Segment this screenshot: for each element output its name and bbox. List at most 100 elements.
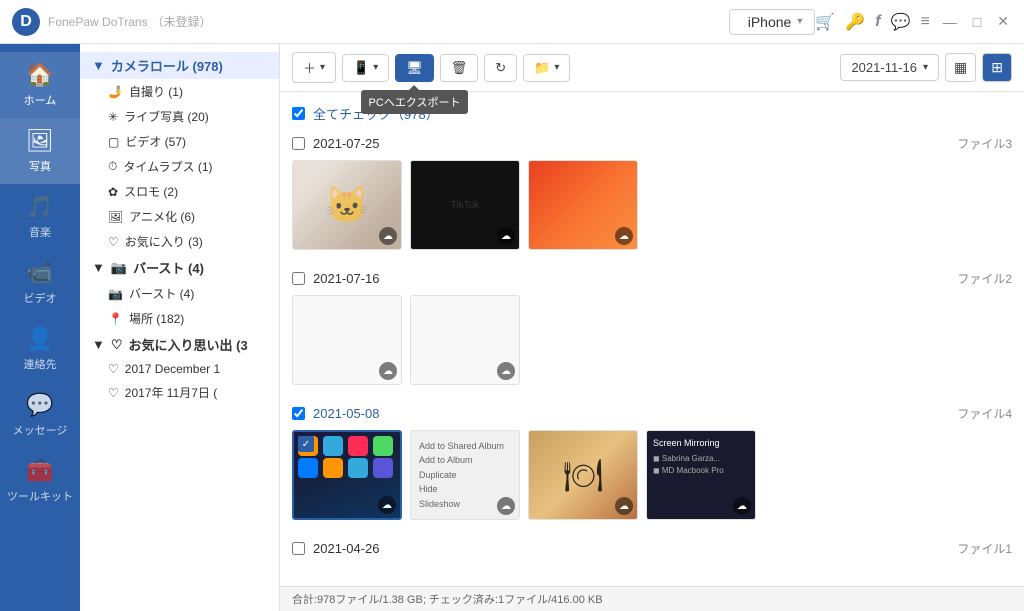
thumb-t1[interactable]: 🐱 ☁ bbox=[292, 160, 402, 250]
sidebar-item-contacts[interactable]: 👤 連絡先 bbox=[0, 316, 80, 382]
section-date-2021-05-08: 2021-05-08 bbox=[313, 406, 380, 421]
video-icon: 📹 bbox=[26, 260, 53, 286]
thumb-t5[interactable]: ☁ bbox=[410, 295, 520, 385]
cloud-icon-t3: ☁ bbox=[615, 227, 633, 245]
refresh-button[interactable]: ↻ bbox=[484, 54, 517, 82]
burst-sub-icon: 📷 bbox=[108, 287, 123, 301]
date-picker[interactable]: 2021-11-16 ▾ bbox=[840, 54, 939, 81]
statusbar-text: 合計:978ファイル/1.38 GB; チェック済み:1ファイル/416.00 … bbox=[292, 594, 603, 606]
tree-item-timelapse[interactable]: ⏱ タイムラプス (1) bbox=[80, 154, 279, 179]
section-header-2021-07-25: 2021-07-25 ファイル3 bbox=[292, 131, 1012, 156]
gallery-section-2021-07-16: 2021-07-16 ファイル2 ☁ ☁ bbox=[292, 266, 1012, 389]
live-icon: ✳ bbox=[108, 110, 118, 124]
app-logo: D bbox=[12, 8, 40, 36]
photos-icon: 🖼 bbox=[26, 128, 54, 154]
arrow-icon: ▼ bbox=[92, 58, 105, 73]
thumb-t2[interactable]: TikTok ☁ bbox=[410, 160, 520, 250]
tree-item-mem-2017dec[interactable]: ♡ 2017 December 1 bbox=[80, 358, 279, 380]
places-icon: 📍 bbox=[108, 312, 123, 326]
view-grid-button[interactable]: ⊞ bbox=[982, 53, 1012, 82]
to-device-button[interactable]: 📱 ▾ bbox=[342, 54, 389, 82]
sidebar-item-toolkit[interactable]: 🧰 ツールキット bbox=[0, 448, 80, 514]
tree-sidebar: ▼ カメラロール (978) 🤳 自撮り (1) ✳ ライブ写真 (20) ▢ … bbox=[80, 44, 280, 611]
tree-label-places: 場所 (182) bbox=[129, 310, 184, 327]
add-icon: ＋ bbox=[303, 58, 316, 77]
tree-label-burst-sub: バースト (4) bbox=[129, 285, 194, 302]
sidebar-item-home[interactable]: 🏠 ホーム bbox=[0, 52, 80, 118]
minimize-button[interactable]: — bbox=[940, 14, 960, 30]
tree-label-fav-memories: お気に入り思い出 (3 bbox=[129, 335, 248, 354]
tree-label-live: ライブ写真 (20) bbox=[124, 108, 209, 125]
check-all-checkbox[interactable] bbox=[292, 107, 305, 120]
nav-label-home: ホーム bbox=[24, 92, 57, 108]
view-grid-dense-button[interactable]: ▦ bbox=[945, 53, 976, 82]
section-check-2021-07-16[interactable] bbox=[292, 272, 305, 285]
app-name: FonePaw DoTrans （未登録） bbox=[48, 13, 729, 30]
menu-icon[interactable]: ≡ bbox=[920, 13, 929, 31]
refresh-icon: ↻ bbox=[495, 60, 506, 76]
device-name: iPhone bbox=[748, 14, 792, 30]
tree-item-anime[interactable]: 🖼 アニメ化 (6) bbox=[80, 204, 279, 229]
cart-icon[interactable]: 🛒 bbox=[815, 12, 835, 32]
tree-item-live[interactable]: ✳ ライブ写真 (20) bbox=[80, 104, 279, 129]
tree-item-slowmo[interactable]: ✿ スロモ (2) bbox=[80, 179, 279, 204]
export-pc-button[interactable]: 🖥 bbox=[395, 54, 434, 82]
export-pc-icon: 🖥 bbox=[406, 60, 423, 76]
titlebar: D FonePaw DoTrans （未登録） iPhone ▾ 🛒 🔑 f 💬… bbox=[0, 0, 1024, 44]
folder-icon: 📁 bbox=[534, 60, 550, 76]
thumb-t8[interactable]: 🍽 ☁ bbox=[528, 430, 638, 520]
tree-label-mem-2017nov: 2017年 11月7日 ( bbox=[125, 384, 218, 401]
nav-sidebar: 🏠 ホーム 🖼 写真 🎵 音楽 📹 ビデオ 👤 連絡先 💬 メッセージ 🧰 ツー… bbox=[0, 44, 80, 611]
nav-label-music: 音楽 bbox=[29, 224, 51, 240]
restore-button[interactable]: □ bbox=[970, 14, 984, 30]
nav-label-toolkit: ツールキット bbox=[7, 488, 73, 504]
sidebar-item-music[interactable]: 🎵 音楽 bbox=[0, 184, 80, 250]
tree-item-burst-sub[interactable]: 📷 バースト (4) bbox=[80, 281, 279, 306]
section-check-2021-04-26[interactable] bbox=[292, 542, 305, 555]
tree-item-mem-2017nov[interactable]: ♡ 2017年 11月7日 ( bbox=[80, 380, 279, 405]
tree-item-fav-memories[interactable]: ▼ ♡ お気に入り思い出 (3 bbox=[80, 331, 279, 358]
folder-button[interactable]: 📁 ▾ bbox=[523, 54, 570, 82]
main-layout: 🏠 ホーム 🖼 写真 🎵 音楽 📹 ビデオ 👤 連絡先 💬 メッセージ 🧰 ツー… bbox=[0, 44, 1024, 611]
cloud-icon-t2: ☁ bbox=[497, 227, 515, 245]
facebook-icon[interactable]: f bbox=[875, 13, 880, 31]
sidebar-item-photos[interactable]: 🖼 写真 bbox=[0, 118, 80, 184]
thumb-t6[interactable]: ✓ ☁ bbox=[292, 430, 402, 520]
tree-item-selfie[interactable]: 🤳 自撮り (1) bbox=[80, 79, 279, 104]
thumb-t7[interactable]: Add to Shared Album Add to Album Duplica… bbox=[410, 430, 520, 520]
section-files-2021-04-26: ファイル1 bbox=[957, 540, 1012, 557]
gallery-grid-2021-07-25: 🐱 ☁ TikTok ☁ ☁ bbox=[292, 156, 1012, 254]
thumb-t4[interactable]: ☁ bbox=[292, 295, 402, 385]
tree-item-video[interactable]: ▢ ビデオ (57) bbox=[80, 129, 279, 154]
add-button[interactable]: ＋ ▾ bbox=[292, 52, 336, 83]
device-selector[interactable]: iPhone ▾ bbox=[729, 9, 816, 35]
thumb-t3[interactable]: ☁ bbox=[528, 160, 638, 250]
nav-label-contacts: 連絡先 bbox=[24, 356, 57, 372]
folder-chevron: ▾ bbox=[554, 62, 559, 73]
content-area: ＋ ▾ 📱 ▾ 🖥 PCへエクスポート 🗑 ↻ 📁 ▾ bbox=[280, 44, 1024, 611]
nav-label-video: ビデオ bbox=[24, 290, 57, 306]
section-date-2021-04-26: 2021-04-26 bbox=[313, 541, 380, 556]
sidebar-item-video[interactable]: 📹 ビデオ bbox=[0, 250, 80, 316]
key-icon[interactable]: 🔑 bbox=[845, 12, 865, 32]
gallery-section-2021-05-08: 2021-05-08 ファイル4 bbox=[292, 401, 1012, 524]
section-check-2021-05-08[interactable] bbox=[292, 407, 305, 420]
tree-label-selfie: 自撮り (1) bbox=[129, 83, 183, 100]
tree-label-video: ビデオ (57) bbox=[125, 133, 186, 150]
tree-item-places[interactable]: 📍 場所 (182) bbox=[80, 306, 279, 331]
thumb-t9[interactable]: Screen Mirroring ◼ Sabrina Garza... ◼ MD… bbox=[646, 430, 756, 520]
cloud-icon-t1: ☁ bbox=[379, 227, 397, 245]
cloud-icon-t6: ☁ bbox=[378, 496, 396, 514]
tree-item-favorites[interactable]: ♡ お気に入り (3) bbox=[80, 229, 279, 254]
chat-icon[interactable]: 💬 bbox=[891, 12, 911, 32]
close-button[interactable]: ✕ bbox=[994, 13, 1012, 30]
tree-label-mem-2017dec: 2017 December 1 bbox=[125, 362, 220, 376]
sidebar-item-messages[interactable]: 💬 メッセージ bbox=[0, 382, 80, 448]
tree-item-camera-roll[interactable]: ▼ カメラロール (978) bbox=[80, 52, 279, 79]
section-check-2021-07-25[interactable] bbox=[292, 137, 305, 150]
cloud-icon-t5: ☁ bbox=[497, 362, 515, 380]
delete-button[interactable]: 🗑 bbox=[440, 54, 479, 82]
section-header-2021-07-16: 2021-07-16 ファイル2 bbox=[292, 266, 1012, 291]
tree-item-burst[interactable]: ▼ 📷 バースト (4) bbox=[80, 254, 279, 281]
section-header-2021-04-26: 2021-04-26 ファイル1 bbox=[292, 536, 1012, 561]
